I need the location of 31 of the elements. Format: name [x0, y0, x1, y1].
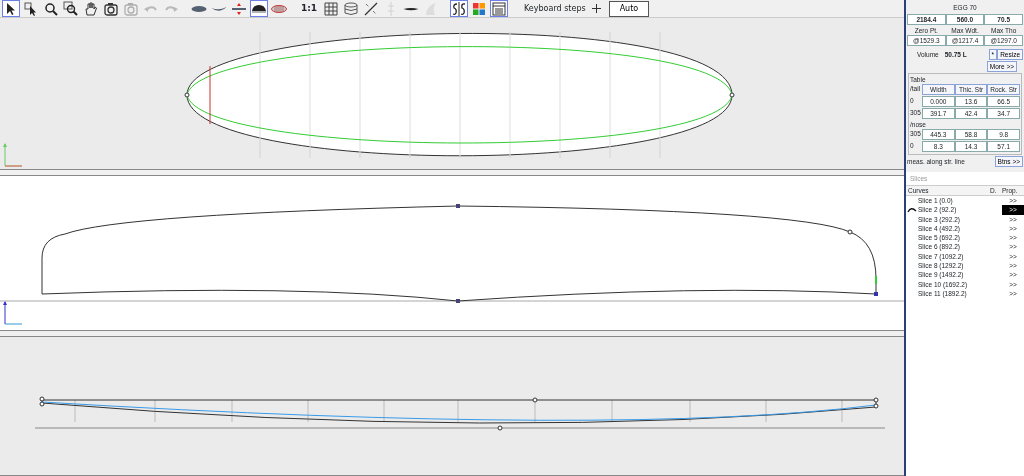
- curve-icon: [907, 206, 917, 214]
- tool-button[interactable]: [42, 0, 60, 17]
- axis-icon: [3, 143, 23, 167]
- camera-icon: [123, 0, 139, 17]
- tool-button[interactable]: [450, 0, 468, 17]
- rail-icon: [403, 6, 419, 11]
- stack-icon: [343, 0, 359, 17]
- board-top-icon: [191, 4, 207, 13]
- axis-icon: [3, 301, 23, 325]
- keyboard-steps-label: Keyboard steps: [524, 2, 586, 15]
- panel-icon: [491, 0, 507, 17]
- diagonal-icon: [363, 0, 379, 17]
- tool-button[interactable]: [82, 0, 100, 17]
- move-icon[interactable]: [591, 4, 601, 13]
- zoom-icon: [43, 0, 59, 17]
- mirror-icon: [451, 0, 467, 17]
- color-squares-icon: [471, 0, 487, 17]
- zoom-window-icon: [63, 0, 79, 17]
- tool-button[interactable]: 1:1: [298, 0, 320, 17]
- tool-button[interactable]: [62, 0, 80, 17]
- auto-button[interactable]: Auto: [608, 0, 650, 17]
- tool-button[interactable]: [102, 0, 120, 17]
- node-pointer-icon: [23, 0, 39, 17]
- camera-icon: [103, 0, 119, 17]
- tool-button[interactable]: [2, 0, 20, 17]
- tool-button[interactable]: [362, 0, 380, 17]
- hand-icon: [83, 0, 99, 17]
- fin-icon: [423, 0, 439, 17]
- grid-icon: [323, 0, 339, 17]
- tool-button[interactable]: [250, 0, 268, 17]
- board-side-icon: [211, 5, 227, 12]
